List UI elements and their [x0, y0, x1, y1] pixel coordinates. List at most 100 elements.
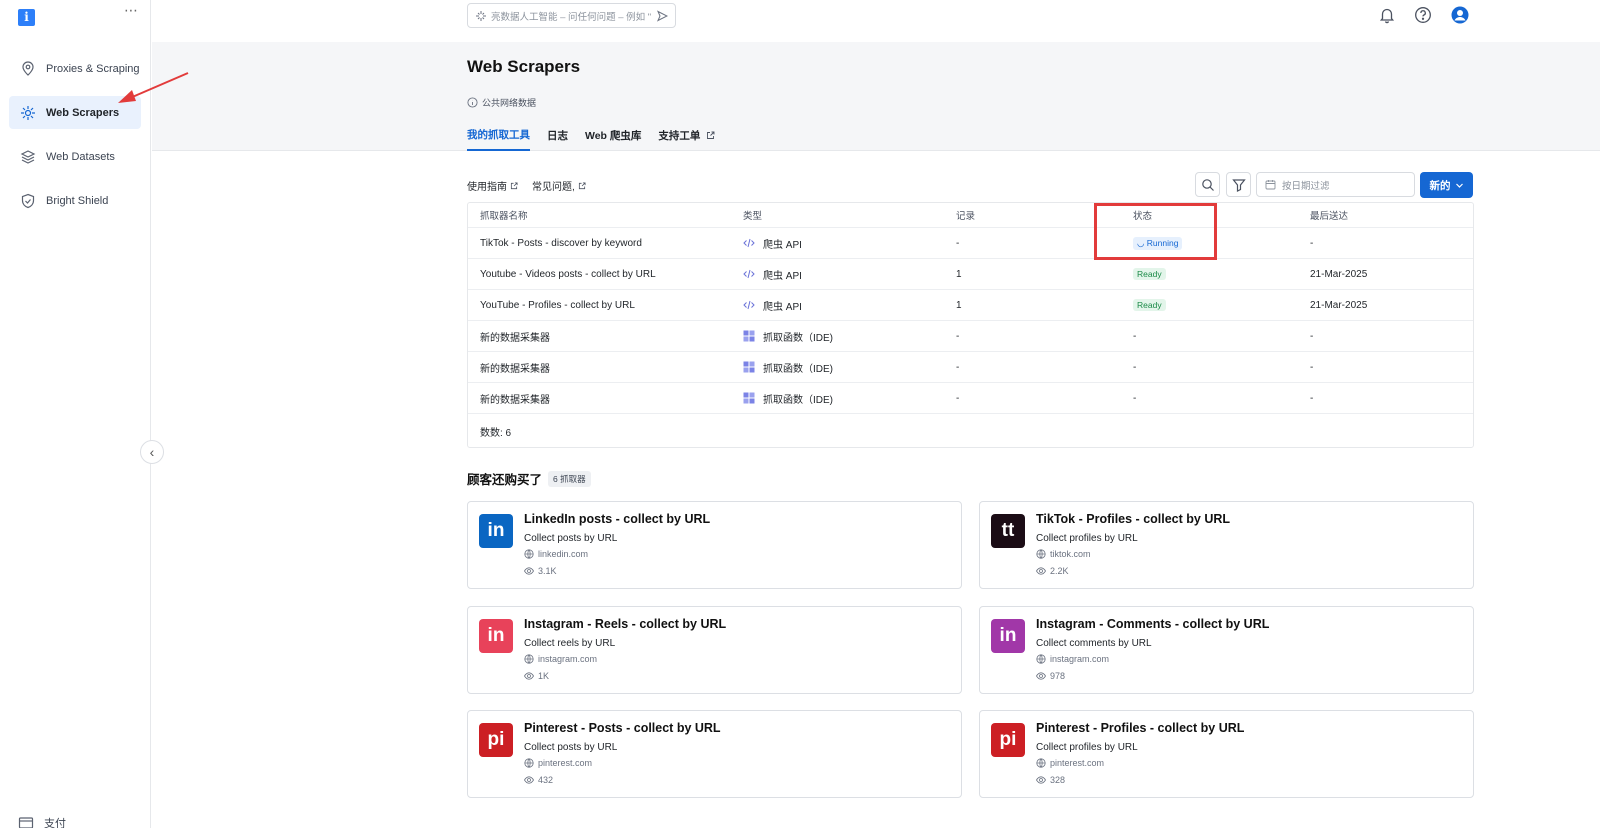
card-description: Collect posts by URL — [524, 742, 618, 753]
type-label: 抓取函数（IDE) — [763, 332, 833, 344]
tab-label: 支持工单 — [658, 130, 701, 142]
column-header-records[interactable]: 记录 — [956, 203, 975, 227]
date-filter-input[interactable]: 按日期过滤 — [1256, 172, 1415, 197]
column-header-last-delivered[interactable]: 最后送达 — [1310, 203, 1348, 227]
section-count-badge: 6 抓取器 — [548, 470, 591, 487]
records-value: - — [956, 361, 960, 373]
scraper-card[interactable]: pi Pinterest - Profiles - collect by URL C… — [979, 710, 1474, 798]
scraper-name[interactable]: Youtube - Videos posts - collect by URL — [480, 259, 656, 289]
views-count: 1K — [538, 671, 550, 681]
status-cell: - — [1133, 383, 1136, 413]
sidebar-item-bright-shield[interactable]: Bright Shield — [9, 184, 141, 217]
faq-link[interactable]: 常见问题, — [532, 178, 586, 193]
send-icon[interactable] — [656, 9, 668, 22]
usage-guide-link[interactable]: 使用指南 — [467, 178, 518, 193]
domain-text: instagram.com — [1050, 654, 1110, 664]
eye-icon — [1036, 672, 1046, 680]
table-row[interactable]: 新的数据采集器 抓取函数（IDE) - - - — [468, 321, 1473, 352]
code-icon — [743, 238, 755, 248]
scraper-card[interactable]: in Instagram - Reels - collect by URL Coll… — [467, 606, 962, 694]
card-title[interactable]: Pinterest - Profiles - collect by URL — [1036, 721, 1244, 735]
globe-icon — [524, 758, 534, 768]
scraper-card[interactable]: in Instagram - Comments - collect by URL C… — [979, 606, 1474, 694]
scraper-name[interactable]: YouTube - Profiles - collect by URL — [480, 290, 635, 320]
card-domain: instagram.com — [524, 654, 597, 664]
scraper-name[interactable]: 新的数据采集器 — [480, 321, 550, 351]
status-text: - — [1133, 330, 1137, 342]
eye-icon — [524, 567, 534, 575]
sidebar-item-billing[interactable]: 支付 — [18, 815, 66, 828]
search-button[interactable] — [1195, 172, 1220, 197]
external-link-icon — [510, 181, 518, 189]
scraper-card[interactable]: in LinkedIn posts - collect by URL Collect… — [467, 501, 962, 589]
sidebar: i ⋯ Proxies & Scraping Web Scrapers Web … — [0, 0, 151, 828]
card-title[interactable]: LinkedIn posts - collect by URL — [524, 512, 710, 526]
globe-icon — [1036, 549, 1046, 559]
card-title[interactable]: Pinterest - Posts - collect by URL — [524, 721, 721, 735]
tab-scraper-library[interactable]: Web 爬虫库 — [585, 127, 641, 151]
scraper-card[interactable]: pi Pinterest - Posts - collect by URL Coll… — [467, 710, 962, 798]
table-row[interactable]: TikTok - Posts - discover by keyword 爬虫 A… — [468, 228, 1473, 259]
more-options-icon[interactable]: ⋯ — [124, 2, 139, 19]
page-title: Web Scrapers — [467, 57, 581, 76]
tab-logs[interactable]: 日志 — [547, 127, 568, 151]
card-description: Collect profiles by URL — [1036, 533, 1138, 544]
scraper-name[interactable]: TikTok - Posts - discover by keyword — [480, 228, 642, 258]
type-label: 抓取函数（IDE) — [763, 394, 833, 406]
card-title[interactable]: Instagram - Reels - collect by URL — [524, 617, 726, 631]
status-text: - — [1133, 392, 1137, 404]
card-title[interactable]: TikTok - Profiles - collect by URL — [1036, 512, 1230, 526]
scraper-type: 爬虫 API — [743, 290, 802, 320]
link-label: 使用指南 — [467, 182, 507, 193]
bell-icon[interactable] — [1378, 6, 1396, 24]
domain-text: instagram.com — [538, 654, 598, 664]
scraper-name[interactable]: 新的数据采集器 — [480, 383, 550, 413]
tab-my-scrapers[interactable]: 我的抓取工具 — [467, 127, 530, 151]
sidebar-item-label: Bright Shield — [46, 194, 109, 207]
table-row[interactable]: Youtube - Videos posts - collect by URL 爬… — [468, 259, 1473, 290]
records-value: 1 — [956, 299, 962, 311]
chevron-down-icon — [1455, 183, 1463, 188]
status-highlight-annotation — [1094, 203, 1217, 260]
domain-text: pinterest.com — [538, 758, 593, 768]
table-row[interactable]: YouTube - Profiles - collect by URL 爬虫 AP… — [468, 290, 1473, 321]
ai-search-input[interactable]: 亮数据人工智能 – 问任何问题 – 例如 " — [467, 3, 676, 28]
domain-text: tiktok.com — [1050, 549, 1091, 559]
scraper-icon — [21, 105, 35, 120]
eye-icon — [1036, 567, 1046, 575]
column-header-type[interactable]: 类型 — [743, 203, 762, 227]
scraper-type: 抓取函数（IDE) — [743, 352, 833, 382]
records-value: - — [956, 330, 960, 342]
map-pin-icon — [22, 60, 34, 76]
card-description: Collect profiles by URL — [1036, 742, 1138, 753]
type-label: 爬虫 API — [763, 239, 802, 251]
filter-button[interactable] — [1226, 172, 1251, 197]
card-description: Collect posts by URL — [524, 533, 618, 544]
domain-text: linkedin.com — [538, 549, 589, 559]
new-scraper-button[interactable]: 新的 — [1420, 172, 1473, 198]
table-row[interactable]: 新的数据采集器 抓取函数（IDE) - - - — [468, 383, 1473, 414]
user-avatar-icon[interactable] — [1451, 6, 1469, 24]
card-title[interactable]: Instagram - Comments - collect by URL — [1036, 617, 1269, 631]
table-row[interactable]: 新的数据采集器 抓取函数（IDE) - - - — [468, 352, 1473, 383]
collapse-sidebar-button[interactable]: ‹ — [140, 440, 164, 464]
brand-logo[interactable]: i — [18, 9, 35, 26]
calendar-icon — [1265, 180, 1276, 190]
tab-support-tickets[interactable]: 支持工单 — [658, 127, 715, 151]
last-delivered-value: 21-Mar-2025 — [1310, 268, 1368, 280]
scraper-name[interactable]: 新的数据采集器 — [480, 352, 550, 382]
external-link-icon — [578, 181, 586, 189]
column-header-name[interactable]: 抓取器名称 — [480, 203, 528, 227]
sidebar-item-web-datasets[interactable]: Web Datasets — [9, 140, 141, 173]
section-title-text: 顾客还购买了 — [467, 473, 543, 487]
card-views: 3.1K — [524, 566, 557, 576]
records-value: - — [956, 237, 960, 249]
date-filter-placeholder: 按日期过滤 — [1282, 180, 1330, 192]
tab-bar: 我的抓取工具 日志 Web 爬虫库 支持工单 — [467, 127, 732, 151]
globe-icon — [1036, 654, 1046, 664]
eye-icon — [1036, 776, 1046, 784]
scraper-type: 爬虫 API — [743, 259, 802, 289]
last-delivered-value: - — [1310, 237, 1314, 249]
scraper-card[interactable]: tt TikTok - Profiles - collect by URL Coll… — [979, 501, 1474, 589]
help-icon[interactable] — [1414, 6, 1432, 24]
